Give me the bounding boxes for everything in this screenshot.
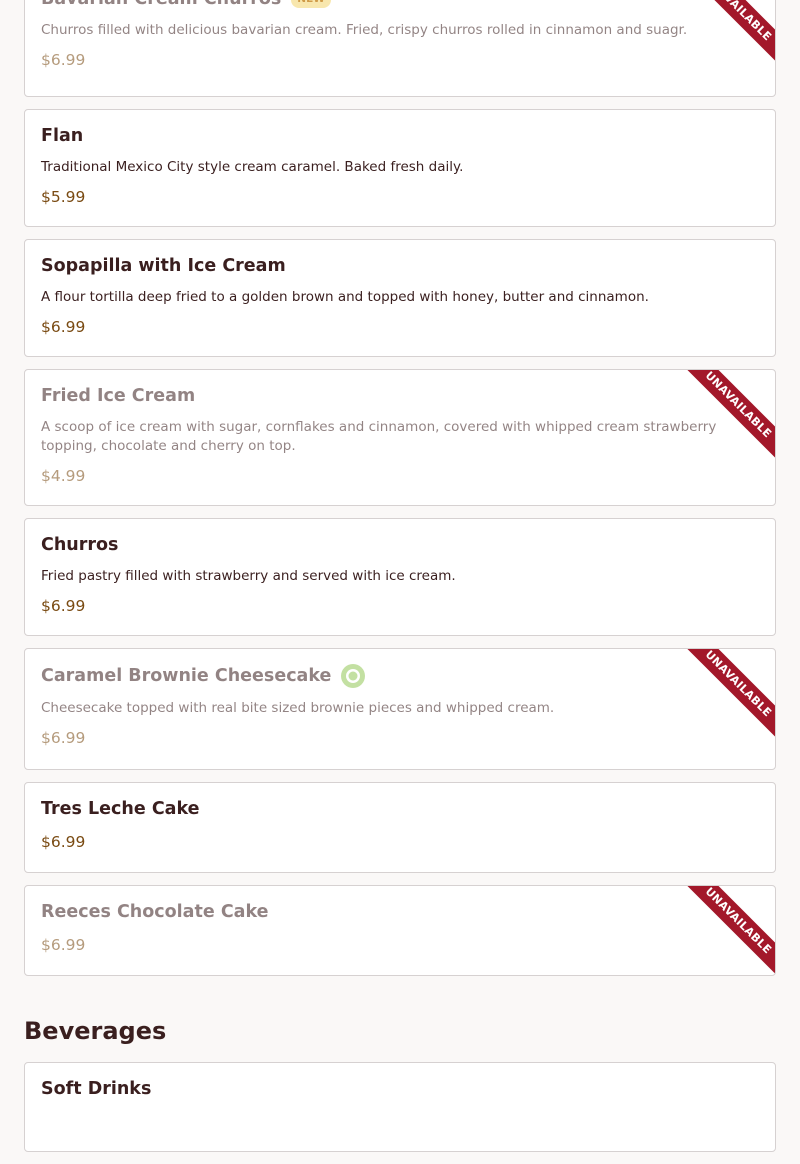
menu-item-header: Reeces Chocolate Cake xyxy=(41,901,759,923)
vegetarian-icon xyxy=(341,664,366,688)
menu-item-card[interactable]: Flan Traditional Mexico City style cream… xyxy=(24,109,776,227)
menu-item-description: A flour tortilla deep fried to a golden … xyxy=(41,289,649,305)
menu-item-header: Churros xyxy=(41,534,759,556)
menu-item-header: Tres Leche Cake xyxy=(41,798,759,820)
menu-item-description: Churros filled with delicious bavarian c… xyxy=(41,22,688,38)
menu-item-price: $6.99 xyxy=(41,729,86,747)
menu-item-price: $6.99 xyxy=(41,51,86,69)
menu-item-card[interactable]: Fried Ice Cream A scoop of ice cream wit… xyxy=(24,369,776,506)
menu-item-header: Flan xyxy=(41,125,759,147)
menu-item-price: $6.99 xyxy=(41,597,86,615)
menu-item-name: Soft Drinks xyxy=(41,1079,152,1099)
menu-item-price: $6.99 xyxy=(41,936,86,954)
menu-item-price: $4.99 xyxy=(41,467,86,485)
menu-item-card[interactable]: Reeces Chocolate Cake $6.99 UNAVAILABLE xyxy=(24,885,776,976)
menu-item-name: Flan xyxy=(41,126,84,146)
menu-item-card[interactable]: Churros Fried pastry filled with strawbe… xyxy=(24,518,776,636)
menu-item-header: Fried Ice Cream xyxy=(41,385,759,407)
menu-item-price: $6.99 xyxy=(41,318,86,336)
menu-item-header: Sopapilla with Ice Cream xyxy=(41,255,759,277)
menu-item-card[interactable]: Tres Leche Cake $6.99 xyxy=(24,782,776,873)
menu-page: Bavarian Cream Churros NEW Churros fille… xyxy=(0,0,800,1164)
menu-item-description: A scoop of ice cream with sugar, cornfla… xyxy=(41,419,717,454)
menu-item-card[interactable]: Caramel Brownie Cheesecake Cheesecake to… xyxy=(24,648,776,770)
section-title-beverages: Beverages xyxy=(24,1017,167,1045)
unavailable-ribbon: UNAVAILABLE xyxy=(677,886,775,975)
menu-item-card[interactable]: Sopapilla with Ice Cream A flour tortill… xyxy=(24,239,776,357)
menu-item-name: Caramel Brownie Cheesecake xyxy=(41,666,332,686)
menu-item-name: Reeces Chocolate Cake xyxy=(41,902,269,922)
menu-item-name: Churros xyxy=(41,535,119,555)
menu-item-card[interactable]: Bavarian Cream Churros NEW Churros fille… xyxy=(24,0,776,97)
menu-item-header: Bavarian Cream Churros NEW xyxy=(41,0,759,10)
menu-item-name: Fried Ice Cream xyxy=(41,386,196,406)
new-badge: NEW xyxy=(291,0,331,8)
menu-item-name: Bavarian Cream Churros xyxy=(41,0,281,10)
menu-item-name: Tres Leche Cake xyxy=(41,799,200,819)
menu-item-name: Sopapilla with Ice Cream xyxy=(41,256,286,276)
menu-item-description: Traditional Mexico City style cream cara… xyxy=(41,159,464,175)
menu-item-header: Soft Drinks xyxy=(41,1078,759,1100)
menu-item-price: $6.99 xyxy=(41,833,86,851)
menu-item-description: Cheesecake topped with real bite sized b… xyxy=(41,700,555,716)
menu-item-card[interactable]: Soft Drinks xyxy=(24,1062,776,1152)
menu-item-price: $5.99 xyxy=(41,188,86,206)
menu-item-header: Caramel Brownie Cheesecake xyxy=(41,664,759,688)
menu-item-description: Fried pastry filled with strawberry and … xyxy=(41,568,456,584)
